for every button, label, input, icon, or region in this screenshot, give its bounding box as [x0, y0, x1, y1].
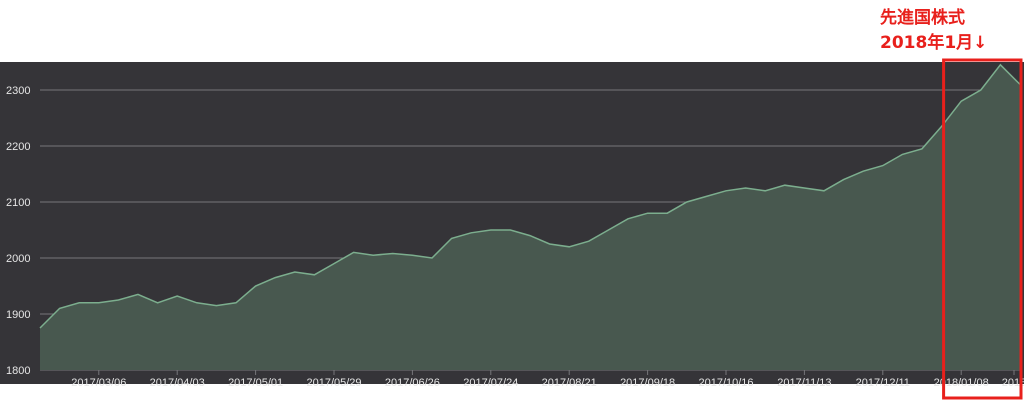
x-tick-label: 2017/06/26 [385, 377, 440, 389]
x-tick-label: 2017/07/24 [463, 377, 518, 389]
price-area-chart: 1800 1900 2000 2100 2200 2300 2017/03/06 2017/… [0, 58, 1024, 400]
x-tick-label: 2017/05/01 [228, 377, 283, 389]
x-tick-label: 2017/12/11 [856, 377, 910, 389]
x-tick-label: 2017/10/16 [698, 377, 753, 389]
y-tick-label: 1900 [6, 309, 30, 321]
x-tick-label: 2017/03/06 [71, 377, 126, 389]
x-tick-label: 2017/11/13 [777, 377, 831, 389]
y-tick-label: 2000 [6, 253, 30, 265]
y-tick-label: 2300 [6, 85, 30, 97]
y-tick-label: 2200 [6, 141, 30, 153]
x-tick-label: 2017/04/03 [150, 377, 205, 389]
x-tick-label: 2018/01/08 [934, 377, 989, 389]
y-tick-label: 1800 [6, 365, 30, 377]
y-tick-label: 2100 [6, 197, 30, 209]
x-tick-label: 2017/05/29 [306, 377, 361, 389]
x-tick-label: 2017/09/18 [620, 377, 675, 389]
x-tick-label: 2017/08/21 [542, 377, 597, 389]
